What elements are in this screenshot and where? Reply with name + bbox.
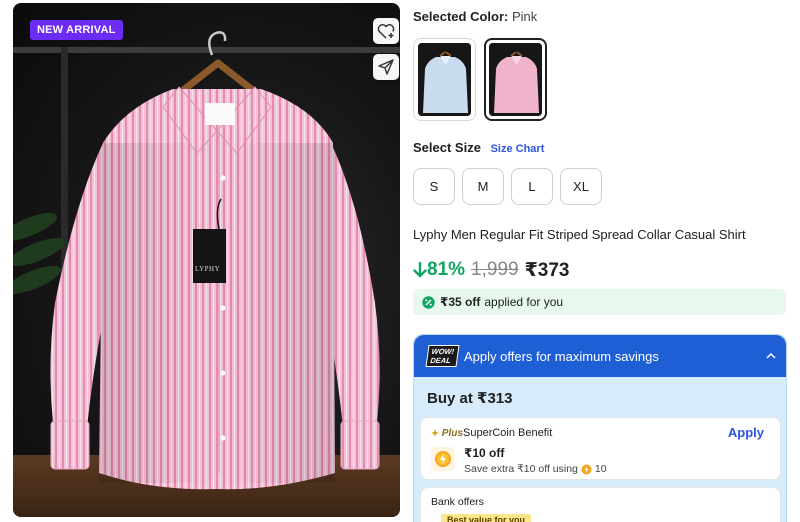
coin-icon: [581, 464, 592, 475]
share-send-icon: [378, 59, 394, 75]
new-arrival-badge: NEW ARRIVAL: [30, 20, 123, 40]
size-option-s[interactable]: S: [413, 168, 455, 205]
product-title: Lyphy Men Regular Fit Striped Spread Col…: [413, 227, 746, 242]
best-value-badge: Best value for you: [441, 514, 532, 522]
pink-shirt-thumbnail: [489, 43, 542, 116]
applied-text: applied for you: [484, 295, 564, 309]
selected-color-value: Pink: [511, 9, 538, 24]
color-swatch-pink[interactable]: [484, 38, 547, 121]
bank-offers-title: Bank offers: [431, 496, 484, 508]
supercoin-icon: [431, 447, 455, 471]
plus-star-icon: [431, 429, 439, 437]
offers-header[interactable]: WOW! DEAL Apply offers for maximum savin…: [414, 335, 786, 377]
discount: 81%: [413, 259, 465, 281]
selling-price: ₹373: [524, 259, 570, 281]
discount-tag-icon: [422, 295, 435, 309]
apply-supercoin-button[interactable]: Apply: [728, 425, 764, 440]
bank-offers-card[interactable]: Bank offers Best value for you: [420, 487, 781, 522]
price-row: 81% 1,999 ₹373: [413, 258, 570, 282]
selected-color-label: Selected Color:: [413, 9, 509, 24]
heart-plus-icon: [377, 24, 395, 39]
offers-panel: WOW! DEAL Apply offers for maximum savin…: [413, 334, 787, 522]
size-option-m[interactable]: M: [462, 168, 504, 205]
buy-at-price: Buy at ₹313: [427, 390, 513, 407]
shirt-illustration: [50, 31, 380, 490]
supercoin-off: ₹10 off: [464, 446, 505, 460]
size-option-l[interactable]: L: [511, 168, 553, 205]
plus-label: Plus: [431, 428, 463, 439]
supercoin-title: SuperCoin Benefit: [463, 427, 553, 439]
supercoin-offer-card: Plus SuperCoin Benefit Apply ₹10 off Sav…: [420, 417, 781, 480]
supercoin-save-text: Save extra ₹10 off using 10: [464, 463, 607, 475]
blue-shirt-thumbnail: [418, 43, 471, 116]
size-option-xl[interactable]: XL: [560, 168, 602, 205]
arrow-down-icon: [413, 262, 427, 278]
color-swatch-blue[interactable]: [413, 38, 476, 121]
hang-tag-brand: LYPHY: [195, 265, 221, 273]
wishlist-button[interactable]: [373, 18, 399, 44]
wow-deal-logo: WOW! DEAL: [425, 345, 460, 367]
select-size-label: Select Size: [413, 140, 481, 155]
size-header: Select Size Size Chart: [413, 140, 544, 155]
size-chart-link[interactable]: Size Chart: [491, 143, 545, 155]
mrp-price: 1,999: [471, 259, 519, 280]
product-image[interactable]: LYPHY NEW ARRIVAL: [13, 3, 400, 517]
discount-percent: 81%: [427, 259, 466, 280]
chevron-up-icon[interactable]: [756, 353, 786, 359]
selected-color: Selected Color: Pink: [413, 9, 537, 24]
applied-amount: ₹35 off: [440, 295, 481, 309]
applied-offer-banner: ₹35 off applied for you: [413, 289, 786, 315]
offers-header-text: Apply offers for maximum savings: [464, 348, 659, 364]
share-button[interactable]: [373, 54, 399, 80]
